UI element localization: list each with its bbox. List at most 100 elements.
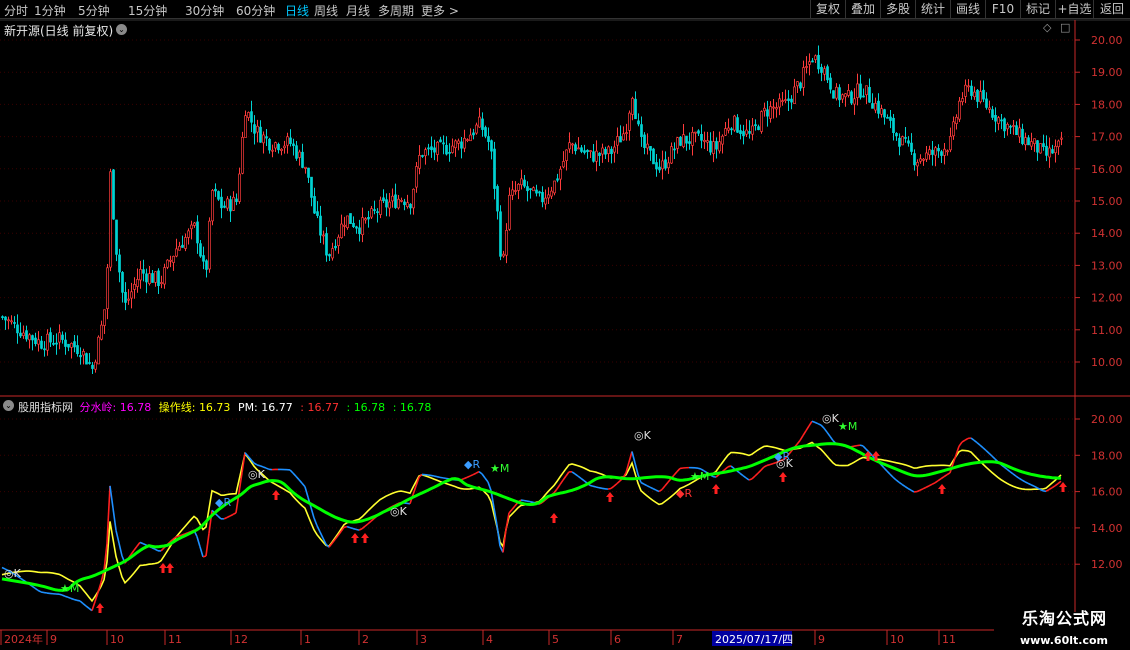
candle-body	[184, 237, 187, 249]
candle-body	[736, 117, 739, 133]
watershed-segment	[658, 488, 663, 493]
watershed-segment	[358, 528, 363, 531]
watershed-segment	[583, 480, 588, 484]
watershed-segment	[91, 601, 96, 611]
watershed-segment	[118, 542, 123, 557]
watershed-segment	[217, 515, 222, 520]
price-tick-label: 17.00	[1091, 131, 1123, 144]
watershed-segment	[910, 489, 915, 493]
watershed-segment	[829, 435, 834, 442]
candle-body	[868, 86, 871, 103]
watershed-segment	[475, 470, 480, 474]
watershed-segment	[463, 476, 468, 480]
watershed-segment	[712, 475, 717, 478]
watershed-segment	[139, 541, 144, 545]
watershed-segment	[85, 605, 90, 609]
watershed-segment	[37, 589, 42, 593]
watershed-segment	[814, 421, 819, 425]
r-marker-red: ◆R	[676, 487, 692, 500]
candle-body	[508, 194, 511, 230]
candle-body	[1039, 143, 1042, 154]
watershed-segment	[304, 486, 309, 498]
candle-body	[772, 106, 775, 109]
candle-body	[697, 130, 700, 134]
candle-body	[400, 200, 403, 202]
candle-body	[940, 151, 943, 156]
candle-body	[889, 116, 892, 121]
watershed-segment	[418, 473, 423, 478]
diamond-icon[interactable]: ◇	[1043, 21, 1051, 34]
time-tick-label: 9	[818, 633, 825, 646]
watershed-segment	[259, 465, 264, 468]
candle-body	[271, 149, 274, 152]
candle-body	[352, 222, 355, 228]
candle-body	[52, 342, 55, 345]
candle-body	[49, 332, 52, 343]
candle-body	[826, 66, 829, 81]
candle-body	[79, 355, 82, 358]
candle-body	[646, 143, 649, 149]
candle-body	[127, 298, 130, 301]
candle-body	[139, 269, 142, 281]
czx-value: 16.73	[198, 401, 231, 414]
watershed-segment	[811, 420, 816, 424]
watershed-segment	[958, 441, 963, 447]
watershed-segment	[40, 591, 45, 594]
candle-body	[25, 330, 28, 340]
time-tick-label: 1	[304, 633, 311, 646]
candle-body	[265, 136, 268, 139]
watershed-segment	[64, 595, 69, 599]
candle-body	[808, 61, 811, 65]
watershed-segment	[364, 523, 369, 527]
watershed-segment	[676, 467, 681, 473]
k-marker: ◎K	[634, 429, 652, 442]
candle-body	[775, 107, 778, 110]
candle-body	[391, 195, 394, 202]
candle-body	[688, 141, 691, 144]
candle-body	[319, 215, 322, 236]
candle-body	[250, 111, 253, 123]
candle-body	[4, 316, 7, 321]
watershed-segment	[577, 475, 582, 480]
candle-body	[922, 158, 925, 161]
candle-body	[106, 267, 109, 309]
square-icon[interactable]: □	[1060, 21, 1070, 34]
candle-body	[778, 98, 781, 108]
czx-label: 操作线:	[158, 401, 196, 414]
watershed-segment	[928, 483, 933, 487]
candle-body	[58, 332, 61, 343]
candle-body	[706, 140, 709, 143]
candle-body	[526, 186, 529, 192]
candle-body	[955, 116, 958, 124]
candle-body	[805, 66, 808, 68]
candle-body	[469, 134, 472, 142]
watershed-segment	[202, 555, 207, 558]
candle-body	[19, 332, 22, 337]
watershed-segment	[796, 439, 801, 445]
candle-body	[790, 98, 793, 103]
watershed-segment	[571, 471, 576, 475]
candle-body	[121, 272, 124, 293]
candle-body	[439, 139, 442, 143]
candle-body	[817, 54, 820, 70]
indicator-legend: 股朋指标网 分水岭: 16.78 操作线: 16.73 PM: 16.77 : …	[18, 399, 431, 415]
watershed-segment	[469, 473, 474, 477]
candle-body	[103, 309, 106, 326]
chart-canvas[interactable]: 20.00 19.00 18.00 17.00 16.00 15.00 14.00 13.00…	[0, 0, 1130, 650]
chevron-down-icon[interactable]: ⌄	[116, 24, 127, 35]
candle-body	[346, 215, 349, 228]
watershed-segment	[79, 600, 84, 605]
candle-body	[1006, 123, 1009, 130]
watershed-segment	[433, 475, 438, 478]
candle-body	[484, 127, 487, 137]
k-marker: ◎K	[4, 567, 22, 580]
watershed-segment	[613, 482, 618, 487]
candle-body	[712, 141, 715, 154]
candle-body	[913, 153, 916, 166]
candle-body	[967, 85, 970, 88]
indicator-menu-icon[interactable]: ⌄	[3, 400, 14, 411]
candle-body	[553, 180, 556, 194]
watershed-segment	[826, 431, 831, 437]
candle-body	[235, 198, 238, 202]
watermark-url: www.60lt.com	[1019, 634, 1108, 647]
